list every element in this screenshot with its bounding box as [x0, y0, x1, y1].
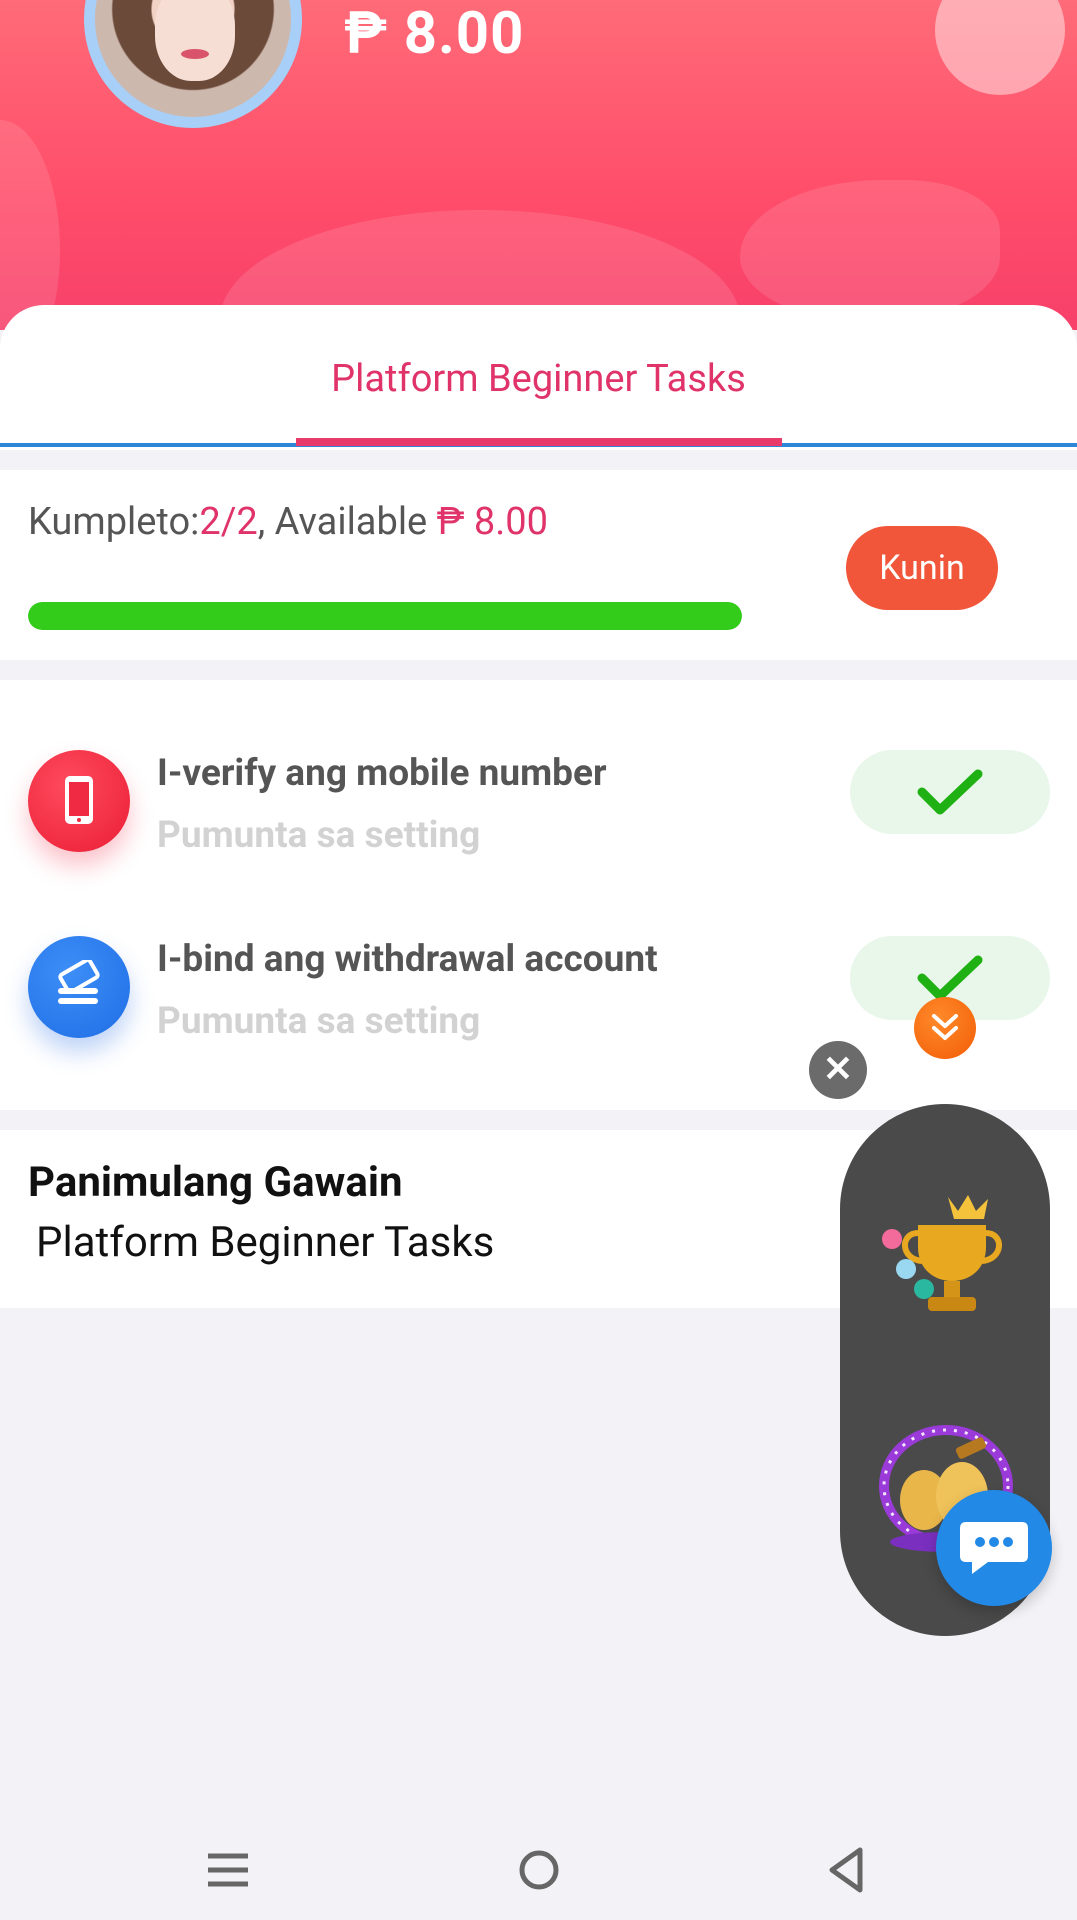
mobile-phone-icon: [28, 750, 130, 852]
active-tab-indicator: [296, 438, 782, 446]
avatar[interactable]: [84, 0, 302, 128]
available-amount: ₱ 8.00: [436, 500, 548, 544]
progress-bar-fill: [28, 602, 742, 630]
checkmark-icon: [917, 955, 983, 1001]
close-icon[interactable]: ✕: [809, 1041, 867, 1099]
recent-apps-icon[interactable]: [198, 1840, 258, 1900]
info-subtitle: Platform Beginner Tasks: [36, 1218, 495, 1267]
info-title: Panimulang Gawain: [28, 1158, 403, 1207]
task-complete-badge: [850, 750, 1050, 834]
progress-section: Kumpleto:2/2, Available ₱ 8.00 Kunin: [0, 470, 1077, 660]
task-subtitle[interactable]: Pumunta sa setting: [157, 1000, 480, 1043]
home-icon[interactable]: [509, 1840, 569, 1900]
checkmark-icon: [917, 769, 983, 815]
avatar-face: [155, 0, 235, 81]
chevrons-down-icon[interactable]: [914, 997, 976, 1059]
chat-bubble-icon[interactable]: [936, 1490, 1052, 1606]
task-list: I-verify ang mobile number Pumunta sa se…: [0, 680, 1077, 1110]
progress-bar: [28, 602, 742, 630]
tab-platform-beginner-tasks[interactable]: Platform Beginner Tasks: [0, 357, 1077, 401]
back-icon[interactable]: [818, 1840, 878, 1900]
available-label: , Available: [257, 500, 437, 544]
balance-amount: ₱ 8.00: [344, 0, 525, 68]
progress-label: Kumpleto:: [28, 500, 200, 544]
header-decoration: [935, 0, 1065, 95]
avatar-detail: [181, 49, 209, 59]
task-title: I-verify ang mobile number: [157, 752, 607, 795]
trophy-icon[interactable]: [878, 1189, 1008, 1324]
progress-count: 2/2: [199, 500, 258, 544]
progress-summary: Kumpleto:2/2, Available ₱ 8.00: [28, 500, 548, 544]
task-item-verify-mobile[interactable]: I-verify ang mobile number Pumunta sa se…: [0, 750, 1077, 920]
header-decoration: [740, 180, 1000, 320]
tab-bar: Platform Beginner Tasks: [0, 305, 1077, 450]
task-title: I-bind ang withdrawal account: [157, 938, 658, 981]
system-navigation-bar: [0, 1820, 1077, 1920]
task-subtitle[interactable]: Pumunta sa setting: [157, 814, 480, 857]
profile-header: ₱ 8.00: [0, 0, 1077, 330]
header-decoration: [0, 120, 60, 330]
claim-button[interactable]: Kunin: [846, 526, 998, 610]
bank-card-icon: [28, 936, 130, 1038]
